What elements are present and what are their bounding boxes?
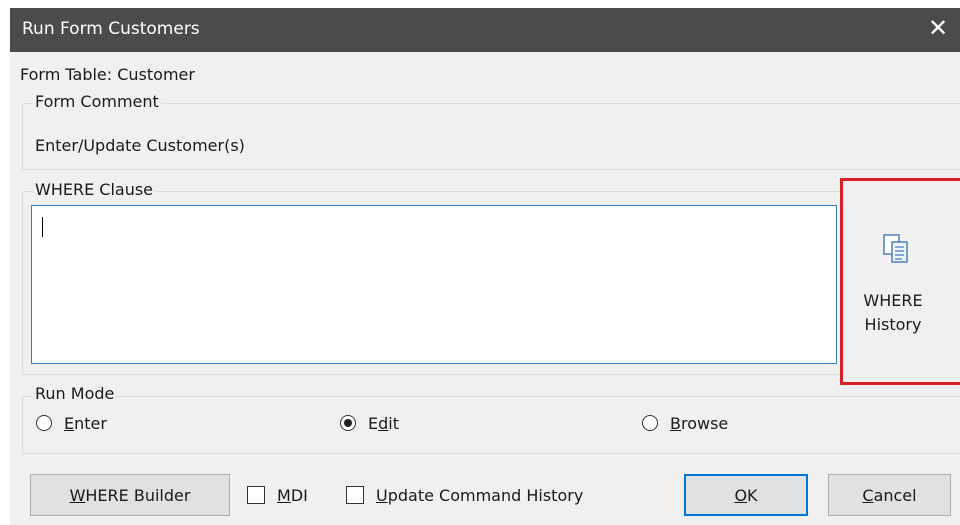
where-history-line2: History — [864, 315, 922, 334]
run-mode-group — [22, 396, 960, 454]
update-history-checkbox-box[interactable] — [346, 486, 364, 504]
where-history-label: WHERE History — [843, 289, 943, 337]
where-clause-input[interactable] — [31, 205, 837, 364]
where-clause-label: WHERE Clause — [33, 180, 156, 199]
where-history-button[interactable]: WHERE History — [840, 178, 960, 385]
where-history-line1: WHERE — [863, 291, 923, 310]
where-builder-button[interactable]: W HERE Builder — [30, 474, 230, 516]
document-stack-icon — [883, 234, 908, 263]
radio-edit-label: Edit — [368, 413, 399, 433]
radio-enter-circle[interactable] — [36, 415, 52, 431]
cancel-button[interactable]: Cancel — [828, 474, 951, 516]
radio-enter-label: Enter — [64, 413, 107, 433]
radio-enter[interactable]: Enter — [36, 410, 107, 436]
update-history-checkbox-label: Update Command History — [376, 485, 584, 505]
radio-edit[interactable]: Edit — [340, 410, 399, 436]
radio-browse[interactable]: Browse — [642, 410, 728, 436]
mdi-checkbox-box[interactable] — [247, 486, 265, 504]
window-title: Run Form Customers — [22, 19, 200, 39]
radio-edit-circle[interactable] — [340, 415, 356, 431]
update-history-checkbox[interactable]: Update Command History — [346, 483, 583, 507]
ok-button[interactable]: OK — [684, 474, 808, 516]
text-caret — [42, 217, 43, 237]
close-icon[interactable]: ✕ — [924, 13, 952, 43]
mdi-checkbox[interactable]: MDI — [247, 483, 308, 507]
radio-browse-circle[interactable] — [642, 415, 658, 431]
title-bar: Run Form Customers ✕ — [0, 0, 960, 52]
title-bar-background[interactable]: Run Form Customers ✕ — [10, 8, 960, 52]
mdi-checkbox-label: MDI — [277, 485, 308, 505]
form-comment-value: Enter/Update Customer(s) — [35, 136, 245, 155]
form-table-label: Form Table: Customer — [20, 65, 195, 84]
radio-browse-label: Browse — [670, 413, 729, 433]
form-comment-label: Form Comment — [33, 92, 161, 111]
run-mode-label: Run Mode — [33, 384, 117, 403]
